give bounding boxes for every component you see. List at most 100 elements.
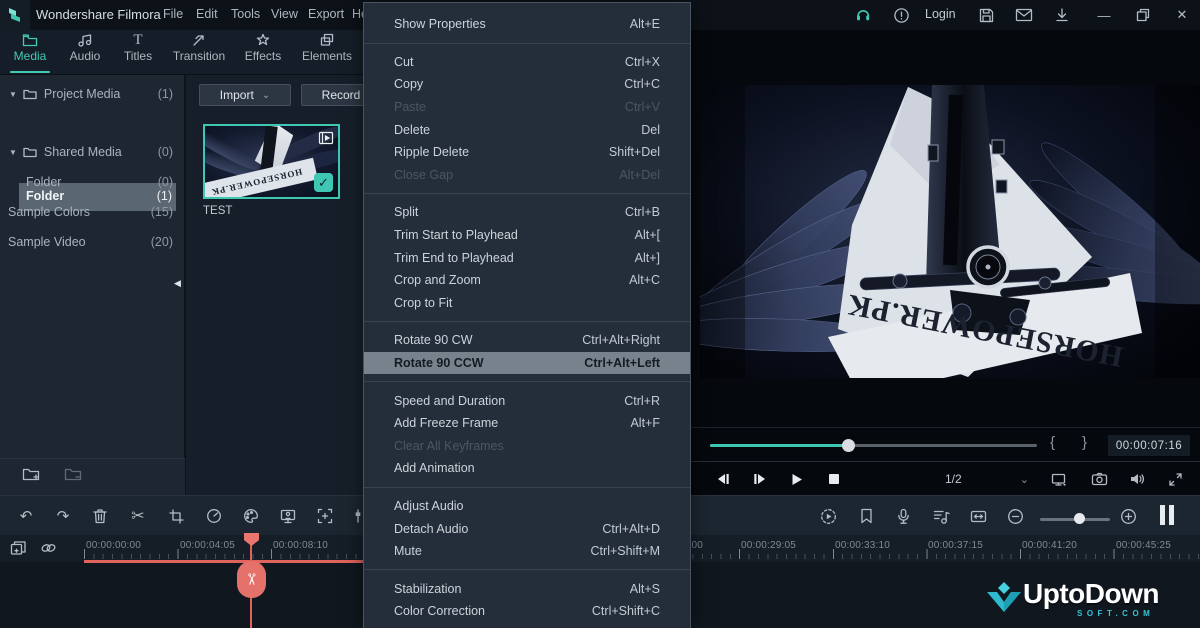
seek-bar[interactable] (710, 444, 1037, 447)
sidebar-group-label: Project Media (44, 87, 120, 101)
login-button[interactable]: Login (925, 7, 956, 21)
menu-view[interactable]: View (271, 7, 298, 21)
menu-item-ripple-delete[interactable]: Ripple DeleteShift+Del (364, 141, 690, 164)
delete-folder-icon[interactable] (64, 466, 82, 481)
menu-item-show-properties[interactable]: Show PropertiesAlt+E (364, 13, 690, 36)
sidebar-item-shared-folder[interactable]: Folder (0) (0, 168, 185, 196)
menu-item-add-animation[interactable]: Add Animation (364, 457, 690, 480)
collapse-sidebar-arrow[interactable]: ◀ (174, 278, 181, 289)
sidebar-item-sample-video[interactable]: Sample Video (20) (0, 228, 185, 256)
save-icon[interactable] (976, 5, 996, 25)
zoom-to-fit-icon[interactable] (969, 507, 987, 525)
menu-item-rotate-90-ccw[interactable]: Rotate 90 CCWCtrl+Alt+Left (364, 352, 690, 375)
menu-item-cut[interactable]: CutCtrl+X (364, 51, 690, 74)
seek-handle[interactable] (842, 439, 855, 452)
dual-monitor-icon[interactable] (1050, 470, 1068, 488)
tab-titles[interactable]: T Titles (110, 33, 166, 73)
menu-item-delete[interactable]: DeleteDel (364, 118, 690, 141)
menu-export[interactable]: Export (308, 7, 344, 21)
tab-effects[interactable]: Effects (235, 33, 291, 73)
menu-item-mute[interactable]: MuteCtrl+Shift+M (364, 540, 690, 563)
undo-icon[interactable]: ↶ (17, 507, 35, 525)
import-button[interactable]: Import ⌄ (199, 84, 291, 106)
sidebar-group-shared-media[interactable]: ▼ Shared Media (0) (0, 138, 185, 166)
menu-item-rotate-90-cw[interactable]: Rotate 90 CWCtrl+Alt+Right (364, 329, 690, 352)
selected-check-badge[interactable]: ✓ (314, 173, 333, 192)
uptodown-bird-icon (985, 582, 1023, 616)
previous-frame-button[interactable] (714, 470, 732, 488)
stop-button[interactable] (825, 470, 843, 488)
tab-transition[interactable]: Transition (171, 33, 227, 73)
render-preview-icon[interactable] (819, 507, 837, 525)
audio-sync-icon[interactable] (932, 507, 950, 525)
track-pause-bar (1169, 505, 1174, 525)
next-frame-button[interactable] (751, 470, 769, 488)
color-palette-icon[interactable] (242, 507, 260, 525)
zoom-out-icon[interactable] (1006, 507, 1024, 525)
menu-item-detach-audio[interactable]: Detach AudioCtrl+Alt+D (364, 517, 690, 540)
menu-file[interactable]: File (163, 7, 183, 21)
preview-zoom-select[interactable]: 1/2 ⌄ (945, 469, 1035, 489)
crop-icon[interactable] (167, 507, 185, 525)
menu-item-add-freeze-frame[interactable]: Add Freeze FrameAlt+F (364, 412, 690, 435)
mail-icon[interactable] (1014, 5, 1034, 25)
close-button[interactable]: ✕ (1172, 5, 1192, 25)
menu-item-adjust-audio[interactable]: Adjust Audio (364, 495, 690, 518)
video-clip-icon (318, 130, 334, 146)
snapshot-camera-icon[interactable] (1090, 470, 1108, 488)
item-count: (1) (158, 87, 173, 101)
tab-media[interactable]: Media (2, 33, 58, 73)
sidebar-item-sample-colors[interactable]: Sample Colors (15) (0, 198, 185, 226)
delete-icon[interactable] (91, 507, 109, 525)
volume-icon[interactable] (1128, 470, 1146, 488)
preview-panel: HORSEPOWER.PK { } 00:00:07:16 1/2 ⌄ (690, 30, 1200, 495)
zoom-in-icon[interactable] (1119, 507, 1137, 525)
caret-down-icon[interactable]: ▼ (9, 90, 17, 99)
tab-transition-label: Transition (173, 49, 225, 63)
item-count: (15) (151, 205, 173, 219)
media-clip-thumbnail[interactable]: HORSEPOWER.PK ✓ (203, 124, 340, 199)
menu-item-color-correction[interactable]: Color CorrectionCtrl+Shift+C (364, 600, 690, 623)
minimize-button[interactable]: — (1094, 5, 1114, 25)
link-icon[interactable] (40, 541, 57, 555)
info-icon[interactable] (891, 5, 911, 25)
menu-item-trim-start[interactable]: Trim Start to PlayheadAlt+[ (364, 224, 690, 247)
menu-item-split[interactable]: SplitCtrl+B (364, 201, 690, 224)
voiceover-mic-icon[interactable] (894, 507, 912, 525)
timeline-zoom-slider-handle[interactable] (1074, 513, 1085, 524)
sidebar-group-project-media[interactable]: ▼ Project Media (1) (0, 80, 185, 108)
restore-button[interactable] (1133, 5, 1153, 25)
playhead-split-button[interactable]: ✂ (237, 561, 266, 598)
menu-tools[interactable]: Tools (231, 7, 260, 21)
split-scissors-icon[interactable]: ✂ (129, 507, 147, 525)
mark-in-button[interactable]: { (1050, 434, 1055, 451)
tab-elements[interactable]: Elements (299, 33, 355, 73)
play-button[interactable] (788, 470, 806, 488)
fullscreen-icon[interactable] (1166, 470, 1184, 488)
marker-icon[interactable] (857, 507, 875, 525)
menu-item-speed-and-duration[interactable]: Speed and DurationCtrl+R (364, 389, 690, 412)
menu-item-copy[interactable]: CopyCtrl+C (364, 73, 690, 96)
menu-item-clear-all-keyframes: Clear All Keyframes (364, 435, 690, 458)
record-button-label: Record (322, 88, 361, 102)
current-timecode: 00:00:07:16 (1108, 435, 1190, 456)
duplicate-track-icon[interactable] (10, 540, 27, 556)
tab-elements-label: Elements (302, 49, 352, 63)
download-icon[interactable] (1052, 5, 1072, 25)
add-folder-icon[interactable] (22, 466, 40, 481)
menu-item-stabilization[interactable]: StabilizationAlt+S (364, 577, 690, 600)
menu-item-trim-end[interactable]: Trim End to PlayheadAlt+] (364, 246, 690, 269)
tab-audio[interactable]: Audio (57, 33, 113, 73)
support-headset-icon[interactable] (853, 5, 873, 25)
motion-tracking-icon[interactable] (279, 507, 297, 525)
menu-item-crop-and-zoom[interactable]: Crop and ZoomAlt+C (364, 269, 690, 292)
mark-out-button[interactable]: } (1082, 434, 1087, 451)
preview-zoom-value: 1/2 (945, 472, 962, 486)
menu-item-crop-to-fit[interactable]: Crop to Fit (364, 292, 690, 315)
keyframe-icon[interactable] (316, 507, 334, 525)
redo-icon[interactable]: ↷ (54, 507, 72, 525)
caret-down-icon[interactable]: ▼ (9, 148, 17, 157)
menu-edit[interactable]: Edit (196, 7, 218, 21)
speed-gauge-icon[interactable] (205, 507, 223, 525)
video-preview[interactable]: HORSEPOWER.PK (700, 85, 1200, 378)
